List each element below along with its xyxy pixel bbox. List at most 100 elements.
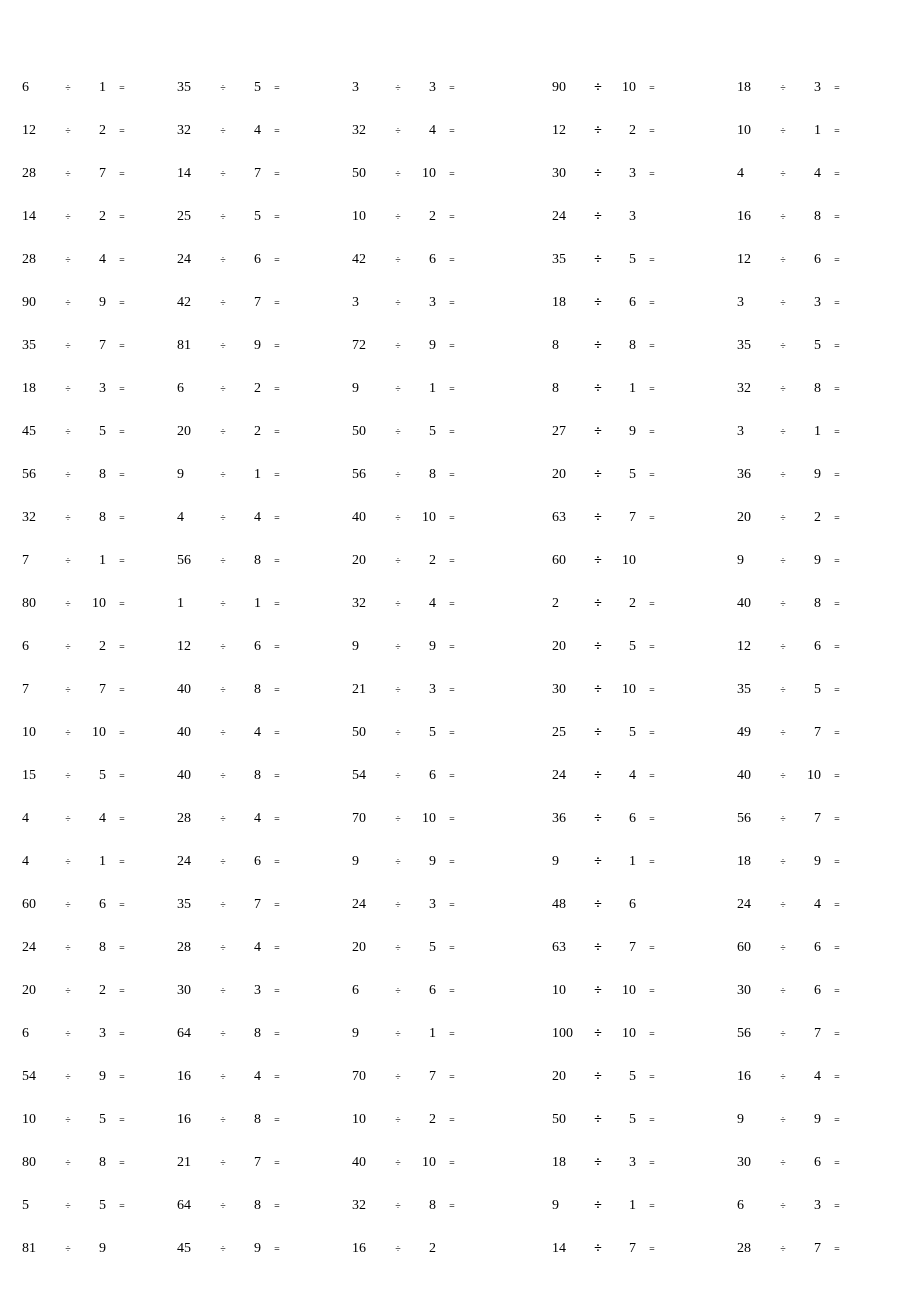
equation-cell: 30÷3= xyxy=(175,983,350,999)
operand-a: 6 xyxy=(20,80,56,96)
operand-b: 5 xyxy=(795,682,825,698)
operator: ÷ xyxy=(211,212,235,223)
equals-sign: = xyxy=(640,298,664,309)
operand-a: 12 xyxy=(20,123,56,139)
operator: ÷ xyxy=(771,126,795,137)
equals-sign: = xyxy=(640,1201,664,1212)
operator: ÷ xyxy=(211,341,235,352)
equals-sign: = xyxy=(440,427,464,438)
operand-b: 8 xyxy=(410,1198,440,1214)
equation-cell: 81÷9 xyxy=(20,1241,175,1257)
operand-b: 7 xyxy=(410,1069,440,1085)
operand-b: 3 xyxy=(795,295,825,311)
operator: ÷ xyxy=(56,1029,80,1040)
operator: ÷ xyxy=(211,814,235,825)
operand-b: 2 xyxy=(80,639,110,655)
operand-a: 9 xyxy=(350,381,386,397)
equation-cell: 80÷8= xyxy=(20,1155,175,1171)
operand-b: 7 xyxy=(795,725,825,741)
operator: ÷ xyxy=(771,599,795,610)
equation-cell: 16÷2 xyxy=(350,1241,550,1257)
operand-b: 7 xyxy=(795,811,825,827)
worksheet-row: 35÷7=81÷9=72÷9=8÷8=35÷5= xyxy=(20,338,900,354)
operand-b: 6 xyxy=(795,252,825,268)
operator: ÷ xyxy=(771,1115,795,1126)
equals-sign: = xyxy=(640,1115,664,1126)
operand-a: 9 xyxy=(550,1198,586,1214)
worksheet-row: 28÷4=24÷6=42÷6=35÷5=12÷6= xyxy=(20,252,900,268)
operand-b: 2 xyxy=(410,209,440,225)
operand-b: 7 xyxy=(80,682,110,698)
operand-a: 54 xyxy=(20,1069,56,1085)
operand-b: 10 xyxy=(80,596,110,612)
equals-sign: = xyxy=(825,986,849,997)
operand-b: 8 xyxy=(80,510,110,526)
equals-sign: = xyxy=(265,298,289,309)
operand-b: 4 xyxy=(235,510,265,526)
equation-cell: 25÷5= xyxy=(550,725,735,741)
equation-cell: 60÷6= xyxy=(735,940,900,956)
equation-cell: 40÷8= xyxy=(175,682,350,698)
equation-cell: 54÷9= xyxy=(20,1069,175,1085)
operand-a: 14 xyxy=(550,1241,586,1257)
operand-a: 60 xyxy=(550,553,586,569)
equals-sign: = xyxy=(440,298,464,309)
operator: ÷ xyxy=(586,467,610,483)
equals-sign: = xyxy=(440,384,464,395)
operand-b: 7 xyxy=(610,510,640,526)
operand-a: 40 xyxy=(735,596,771,612)
operand-b: 10 xyxy=(795,768,825,784)
equals-sign: = xyxy=(825,599,849,610)
equals-sign: = xyxy=(110,169,134,180)
operator: ÷ xyxy=(386,1158,410,1169)
equation-cell: 16÷8= xyxy=(735,209,900,225)
equals-sign: = xyxy=(265,1158,289,1169)
equals-sign: = xyxy=(640,384,664,395)
operand-b: 1 xyxy=(80,854,110,870)
operand-b: 1 xyxy=(410,381,440,397)
operator: ÷ xyxy=(56,728,80,739)
operator: ÷ xyxy=(586,338,610,354)
worksheet-row: 80÷8=21÷7=40÷10=18÷3=30÷6= xyxy=(20,1155,900,1171)
operator: ÷ xyxy=(211,1158,235,1169)
operand-b: 8 xyxy=(235,553,265,569)
operand-b: 8 xyxy=(610,338,640,354)
equation-cell: 4÷4= xyxy=(735,166,900,182)
operand-a: 8 xyxy=(550,338,586,354)
operator: ÷ xyxy=(56,384,80,395)
operand-b: 9 xyxy=(795,1112,825,1128)
equals-sign: = xyxy=(265,169,289,180)
operand-b: 6 xyxy=(610,295,640,311)
operand-a: 56 xyxy=(175,553,211,569)
worksheet-row: 12÷2=32÷4=32÷4=12÷2=10÷1= xyxy=(20,123,900,139)
equation-cell: 30÷6= xyxy=(735,1155,900,1171)
operator: ÷ xyxy=(586,1155,610,1171)
operand-b: 9 xyxy=(80,1069,110,1085)
operand-b: 6 xyxy=(795,940,825,956)
operator: ÷ xyxy=(386,470,410,481)
equation-cell: 45÷5= xyxy=(20,424,175,440)
equation-cell: 6÷6= xyxy=(350,983,550,999)
equals-sign: = xyxy=(110,1029,134,1040)
operator: ÷ xyxy=(771,1201,795,1212)
equation-cell: 10÷5= xyxy=(20,1112,175,1128)
operand-a: 64 xyxy=(175,1198,211,1214)
equals-sign: = xyxy=(440,1201,464,1212)
operator: ÷ xyxy=(56,599,80,610)
equation-cell: 42÷6= xyxy=(350,252,550,268)
equals-sign: = xyxy=(265,1029,289,1040)
operand-b: 5 xyxy=(610,252,640,268)
operator: ÷ xyxy=(211,298,235,309)
equals-sign: = xyxy=(440,341,464,352)
operand-a: 32 xyxy=(175,123,211,139)
equals-sign: = xyxy=(640,513,664,524)
equals-sign: = xyxy=(440,599,464,610)
operand-b: 2 xyxy=(410,553,440,569)
operator: ÷ xyxy=(211,556,235,567)
operand-a: 42 xyxy=(350,252,386,268)
equals-sign: = xyxy=(265,728,289,739)
operator: ÷ xyxy=(211,1244,235,1255)
worksheet-row: 56÷8=9÷1=56÷8=20÷5=36÷9= xyxy=(20,467,900,483)
operand-a: 12 xyxy=(175,639,211,655)
equation-cell: 4÷4= xyxy=(175,510,350,526)
